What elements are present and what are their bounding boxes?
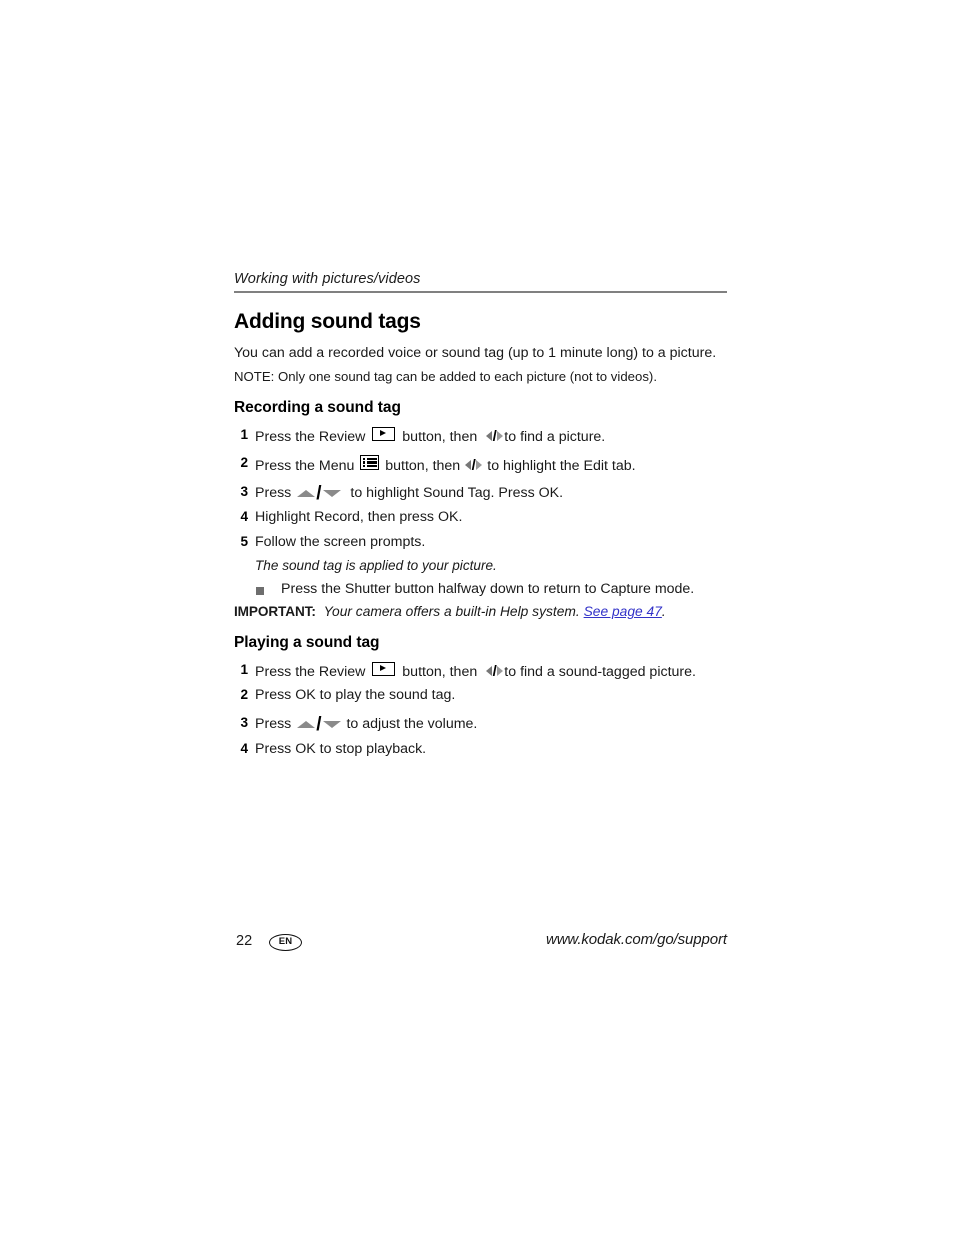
step-text: Press OK to play the sound tag. [255, 687, 455, 703]
language-badge: EN [269, 934, 302, 951]
step-text: Press the Menu button, then / to highlig… [255, 455, 636, 474]
step-text: Press the Review button, then / to find … [255, 427, 605, 445]
square-bullet-icon [256, 587, 264, 595]
step-row: 1 Press the Review button, then / to fin… [234, 427, 727, 447]
step-row: 3 Press / to adjust the volume. [234, 715, 727, 735]
header-rule [234, 291, 727, 293]
step-text-mid: button, then [398, 429, 486, 445]
step-text-pre: Press OK to stop playback. [255, 741, 427, 757]
step-text: Highlight Record, then press OK. [255, 509, 462, 525]
step-number: 3 [240, 484, 248, 499]
step-row: 4 Highlight Record, then press OK. [234, 509, 727, 529]
important-text: Your camera offers a built-in Help syste… [323, 604, 580, 619]
step-text-pre: Follow the screen prompts. [255, 534, 426, 550]
step-row: 5 Follow the screen prompts. [234, 534, 727, 554]
step-text: Press OK to stop playback. [255, 741, 426, 757]
step-result-text: The sound tag is applied to your picture… [255, 558, 497, 573]
important-label: IMPORTANT: [234, 604, 316, 619]
step-number: 4 [240, 741, 248, 756]
important-link-suffix: . [661, 604, 666, 619]
step-row: 3 Press / to highlight Sound Tag. Press … [234, 484, 727, 504]
step-text-post: to find a sound-tagged picture. [504, 664, 696, 680]
running-head: Working with pictures/videos [234, 271, 421, 287]
page-number: 22 [236, 933, 253, 949]
note-paragraph: NOTE: Only one sound tag can be added to… [234, 369, 657, 384]
document-page: Working with pictures/videos Adding soun… [234, 0, 727, 1235]
step-row: 2 Press OK to play the sound tag. [234, 687, 727, 707]
step-number: 5 [240, 534, 248, 549]
step-text-pre: Press [255, 716, 296, 732]
step-text-pre: Press the Review [255, 429, 370, 445]
step-text: Follow the screen prompts. [255, 534, 425, 550]
menu-button-icon [360, 455, 380, 470]
step-number: 3 [240, 715, 248, 730]
see-page-link[interactable]: See page 47 [584, 604, 662, 619]
step-row: 2 Press the Menu button, then / to highl… [234, 455, 727, 475]
step-text: Press / to highlight Sound Tag. Press OK… [255, 484, 563, 503]
left-right-arrows-icon: / [465, 458, 483, 473]
step-text-post: to find a picture. [504, 429, 606, 445]
section-heading-recording: Recording a sound tag [234, 399, 401, 416]
step-text-pre: Press the Review [255, 664, 370, 680]
step-text-post: to highlight the Edit tab. [483, 458, 636, 474]
step-text: Press the Review button, then / to find … [255, 662, 696, 680]
review-button-icon [372, 427, 396, 441]
step-text-pre: Press OK to play the sound tag. [255, 687, 456, 703]
step-text-post: to highlight Sound Tag. Press OK. [342, 485, 564, 501]
support-url: www.kodak.com/go/support [545, 931, 727, 948]
step-number: 1 [240, 427, 248, 442]
review-button-icon [372, 662, 396, 676]
step-text-mid: button, then [398, 664, 486, 680]
important-note: IMPORTANT: Your camera offers a built-in… [234, 603, 666, 619]
bullet-text: Press the Shutter button halfway down to… [281, 581, 695, 597]
left-right-arrows-icon: / [486, 429, 504, 444]
step-number: 2 [240, 455, 248, 470]
step-text-pre: Press the Menu [255, 458, 359, 474]
step-text-pre: Press [255, 485, 296, 501]
left-right-arrows-icon: / [486, 664, 504, 679]
up-down-arrows-icon: / [297, 715, 341, 734]
step-row: 4 Press OK to stop playback. [234, 741, 727, 761]
step-number: 4 [240, 509, 248, 524]
up-down-arrows-icon: / [297, 484, 341, 503]
step-text-post: to adjust the volume. [342, 716, 478, 732]
intro-paragraph: You can add a recorded voice or sound ta… [234, 345, 717, 361]
step-text-mid: button, then [381, 458, 465, 474]
step-text-pre: Highlight Record, then press OK. [255, 509, 463, 525]
section-heading-playing: Playing a sound tag [234, 634, 380, 651]
step-text: Press / to adjust the volume. [255, 715, 477, 734]
step-number: 2 [240, 687, 248, 702]
step-number: 1 [240, 662, 248, 677]
page-title: Adding sound tags [234, 310, 421, 333]
step-row: 1 Press the Review button, then / to fin… [234, 662, 727, 682]
